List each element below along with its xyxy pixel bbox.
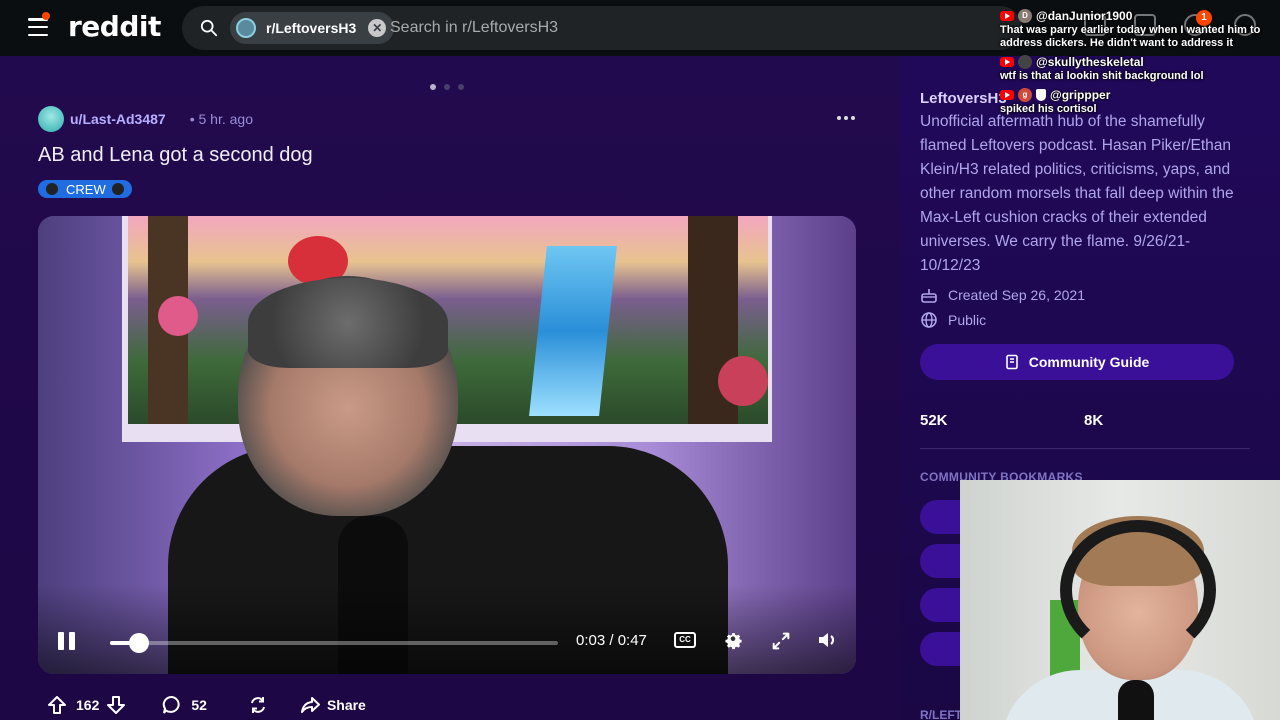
stream-chat-overlay: D @danJunior1900 That was parry earlier … (1000, 8, 1276, 120)
volume-icon[interactable] (816, 628, 840, 652)
comments-button[interactable]: 52 (161, 694, 207, 716)
search-input[interactable] (390, 16, 990, 40)
share-button[interactable]: Share (299, 694, 366, 716)
webcam-headphones (1060, 520, 1216, 660)
chat-avatar: D (1018, 9, 1032, 23)
chat-username: @danJunior1900 (1036, 9, 1133, 23)
clear-chip-icon[interactable]: ✕ (368, 19, 387, 37)
downvote-icon[interactable] (105, 694, 127, 716)
chat-message: g @grippper spiked his cortisol (1000, 87, 1276, 116)
gear-icon[interactable] (722, 630, 744, 652)
video-bg-flower (158, 296, 198, 336)
created-date: Created Sep 26, 2021 (948, 287, 1085, 303)
created-row: Created Sep 26, 2021 (920, 286, 1085, 304)
share-label: Share (326, 697, 366, 713)
post-action-bar: 162 52 Share (38, 690, 366, 720)
online-count: 8K (1084, 412, 1104, 429)
post-title[interactable]: AB and Lena got a second dog (38, 144, 313, 167)
search-bar[interactable]: r/LeftoversH3 ✕ (182, 6, 1022, 50)
scrubber-knob[interactable] (128, 633, 149, 653)
post-meta: u/Last-Ad3487 • 5 hr. ago (38, 106, 253, 132)
community-title[interactable]: LeftoversH3 (920, 90, 1007, 107)
community-guide-label: Community Guide (1028, 354, 1150, 370)
chat-avatar: g (1018, 88, 1032, 102)
moderator-badge-icon (1036, 89, 1046, 101)
chat-avatar (1018, 55, 1032, 69)
chat-text: That was parry earlier today when I want… (1000, 24, 1261, 49)
visibility-row: Public (920, 311, 986, 329)
video-subject-hair (248, 278, 448, 368)
chat-message: D @danJunior1900 That was parry earlier … (1000, 8, 1276, 50)
chat-text: wtf is that ai lookin shit background lo… (1000, 70, 1204, 82)
youtube-icon (1000, 11, 1014, 21)
upvote-icon[interactable] (46, 694, 68, 716)
members-count: 52K (920, 412, 948, 429)
reddit-logo[interactable]: reddit (68, 10, 161, 43)
youtube-icon (1000, 90, 1014, 100)
flair-label: CREW (66, 181, 106, 197)
flair-emoji-icon (46, 183, 58, 195)
carousel-dot[interactable] (458, 84, 464, 90)
subreddit-avatar (236, 18, 256, 38)
crosspost-icon (250, 697, 265, 713)
video-controls: 0:03 / 0:47 CC (38, 614, 856, 674)
post-time: • 5 hr. ago (189, 111, 253, 127)
carousel-dots (430, 84, 464, 90)
video-time: 0:03 / 0:47 (576, 632, 647, 649)
cake-icon (921, 289, 937, 303)
flair-emoji-icon (111, 183, 124, 195)
share-icon (300, 697, 320, 713)
vote-count: 162 (76, 697, 100, 713)
chat-message: @skullytheskeletal wtf is that ai lookin… (1000, 54, 1276, 83)
youtube-icon (1000, 57, 1014, 67)
chat-text: spiked his cortisol (1000, 103, 1097, 115)
sidebar-divider (920, 448, 1250, 449)
comment-count: 52 (191, 697, 207, 713)
community-guide-button[interactable]: Community Guide (920, 344, 1234, 380)
video-player[interactable]: 0:03 / 0:47 CC (38, 216, 856, 674)
fullscreen-icon[interactable] (770, 630, 792, 652)
menu-notification-dot (42, 12, 50, 20)
post-main: u/Last-Ad3487 • 5 hr. ago AB and Lena go… (0, 56, 900, 720)
globe-icon (921, 312, 937, 328)
book-icon (1005, 354, 1018, 370)
carousel-dot[interactable] (430, 84, 436, 90)
video-bg-flower (718, 356, 768, 406)
crosspost-button[interactable] (247, 694, 269, 716)
video-scrubber[interactable] (110, 633, 558, 653)
user-avatar[interactable] (38, 106, 64, 132)
comment-icon (163, 695, 180, 714)
post-author[interactable]: u/Last-Ad3487 (70, 111, 166, 127)
webcam-microphone (1118, 680, 1154, 720)
visibility-label: Public (948, 312, 987, 328)
community-description: Unofficial aftermath hub of the shameful… (920, 113, 1234, 274)
subreddit-chip-label: r/LeftoversH3 (266, 20, 357, 36)
vote-group: 162 (38, 694, 127, 716)
more-options-icon[interactable] (836, 108, 856, 128)
streamer-webcam (960, 480, 1280, 720)
subreddit-search-chip[interactable]: r/LeftoversH3 ✕ (230, 12, 395, 44)
chat-username: @grippper (1050, 88, 1111, 102)
chat-username: @skullytheskeletal (1036, 55, 1144, 69)
post-flair[interactable]: CREW (38, 180, 132, 198)
search-icon (200, 19, 218, 37)
carousel-dot[interactable] (444, 84, 450, 90)
pause-icon[interactable] (58, 632, 76, 652)
captions-icon[interactable]: CC (674, 632, 696, 648)
